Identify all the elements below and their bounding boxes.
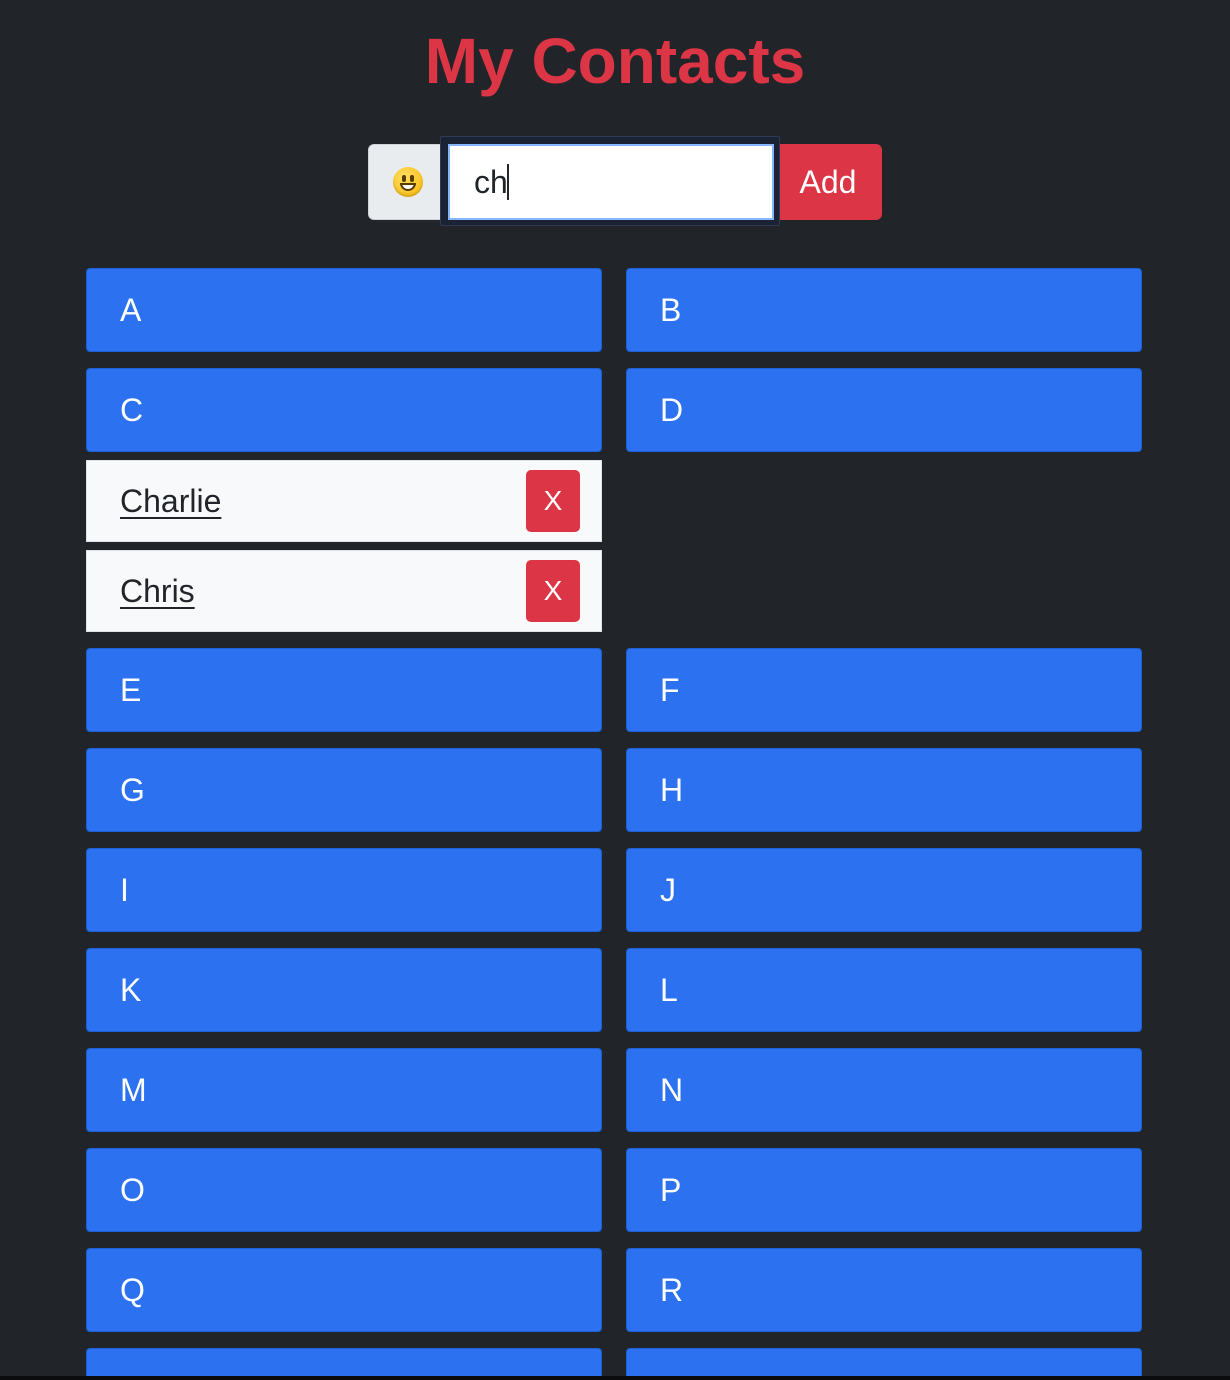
delete-contact-button[interactable]: X [526,560,580,622]
letter-button-r[interactable]: R [626,1248,1142,1332]
letter-button-p[interactable]: P [626,1148,1142,1232]
letter-button-m[interactable]: M [86,1048,602,1132]
contact-row: Chris X [86,550,602,632]
letter-button-q[interactable]: Q [86,1248,602,1332]
letter-button-f[interactable]: F [626,648,1142,732]
add-button[interactable]: Add [774,144,882,220]
add-contact-form: Add [368,136,882,226]
letter-button-e[interactable]: E [86,648,602,732]
contact-row: Charlie X [86,460,602,542]
delete-contact-button[interactable]: X [526,470,580,532]
letter-button-i[interactable]: I [86,848,602,932]
letter-button-n[interactable]: N [626,1048,1142,1132]
letter-button-l[interactable]: L [626,948,1142,1032]
grinning-face-icon [393,167,423,197]
contacts-page: My Contacts Add ABCDCharlieXChrisXEFGHIJ… [0,0,1230,1380]
text-caret [506,164,509,200]
letter-button-g[interactable]: G [86,748,602,832]
letter-button-c[interactable]: C [86,368,602,452]
letter-button-d[interactable]: D [626,368,1142,452]
letter-button-b[interactable]: B [626,268,1142,352]
letter-button-o[interactable]: O [86,1148,602,1232]
contact-name-input[interactable] [448,144,774,220]
page-title: My Contacts [424,25,806,97]
letter-button-j[interactable]: J [626,848,1142,932]
emoji-picker-button[interactable] [368,144,448,220]
letter-button-a[interactable]: A [86,268,602,352]
contact-name-link[interactable]: Chris [120,551,195,631]
contact-input-wrapper [440,136,780,226]
window-bottom-edge [0,1376,1230,1380]
letter-button-h[interactable]: H [626,748,1142,832]
letter-button-k[interactable]: K [86,948,602,1032]
contact-name-link[interactable]: Charlie [120,461,221,541]
